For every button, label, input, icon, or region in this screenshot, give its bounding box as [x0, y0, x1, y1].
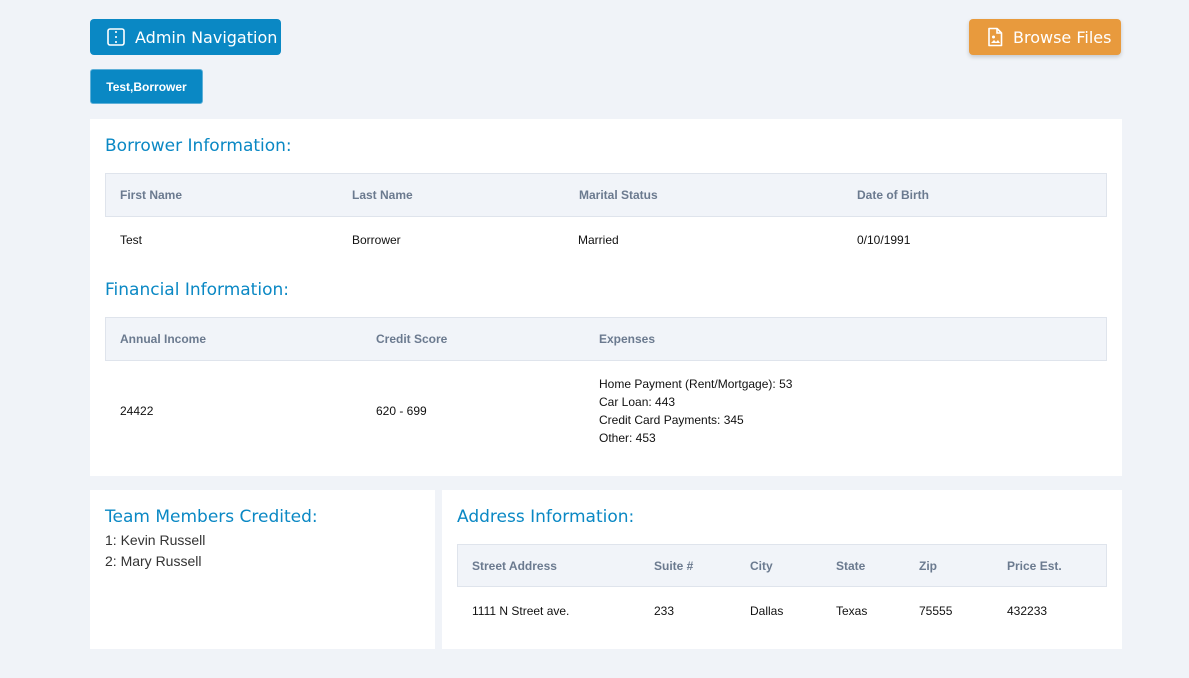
borrower-table-header: First Name Last Name Marital Status Date…: [105, 173, 1107, 217]
team-members-title: Team Members Credited:: [105, 507, 318, 527]
col-credit-score: Credit Score: [376, 332, 448, 346]
financial-table-header: Annual Income Credit Score Expenses: [105, 317, 1107, 361]
expense-car-loan: Car Loan: 443: [599, 395, 676, 409]
col-suite: Suite #: [654, 558, 694, 573]
team-members-list: 1: Kevin Russell 2: Mary Russell: [105, 530, 205, 572]
address-info-card: Address Information: Street Address Suit…: [442, 490, 1122, 649]
col-annual-income: Annual Income: [120, 332, 207, 346]
last-name-value: Borrower: [352, 233, 401, 247]
street-address-value: 1111 N Street ave.: [472, 604, 570, 618]
browse-files-label: Browse Files: [1013, 27, 1112, 47]
expenses-list: Home Payment (Rent/Mortgage): 53 Car Loa…: [599, 375, 792, 447]
address-table-header: Street Address Suite # City State Zip Pr…: [457, 544, 1107, 587]
browse-files-button[interactable]: Browse Files: [969, 19, 1121, 55]
marital-status-value: Married: [578, 233, 619, 247]
col-street-address: Street Address: [472, 558, 557, 573]
address-info-title: Address Information:: [457, 507, 635, 527]
admin-navigation-label: Admin Navigation: [135, 27, 278, 47]
admin-navigation-button[interactable]: Admin Navigation: [90, 19, 281, 55]
team-members-card: Team Members Credited: 1: Kevin Russell …: [90, 490, 435, 649]
col-zip: Zip: [919, 558, 937, 573]
col-date-of-birth: Date of Birth: [857, 188, 929, 202]
zip-value: 75555: [919, 604, 953, 618]
file-image-icon: [988, 27, 1003, 47]
borrower-name-label: Test,Borrower: [106, 79, 187, 94]
list-item: 1: Kevin Russell: [105, 532, 206, 548]
date-of-birth-value: 0/10/1991: [857, 233, 911, 247]
annual-income-value: 24422: [120, 404, 154, 418]
col-last-name: Last Name: [352, 188, 413, 202]
col-marital-status: Marital Status: [579, 188, 658, 202]
col-expenses: Expenses: [599, 332, 656, 346]
suite-value: 233: [654, 604, 675, 618]
col-first-name: First Name: [120, 188, 183, 202]
list-item: 2: Mary Russell: [105, 553, 202, 569]
borrower-name-chip[interactable]: Test,Borrower: [90, 69, 203, 104]
expense-credit-card: Credit Card Payments: 345: [599, 413, 744, 427]
city-value: Dallas: [750, 604, 784, 618]
first-name-value: Test: [120, 233, 143, 247]
price-est-value: 432233: [1007, 604, 1048, 618]
credit-score-value: 620 - 699: [376, 404, 427, 418]
financial-info-title: Financial Information:: [105, 280, 289, 300]
state-value: Texas: [836, 604, 868, 618]
col-state: State: [836, 558, 866, 573]
expense-other: Other: 453: [599, 431, 656, 445]
col-city: City: [750, 558, 773, 573]
borrower-info-title: Borrower Information:: [105, 136, 292, 156]
expense-home-payment: Home Payment (Rent/Mortgage): 53: [599, 377, 793, 391]
sidebar-toggle-icon: [107, 28, 125, 46]
borrower-details-card: Borrower Information: First Name Last Na…: [90, 119, 1122, 476]
col-price-est: Price Est.: [1007, 558, 1062, 573]
